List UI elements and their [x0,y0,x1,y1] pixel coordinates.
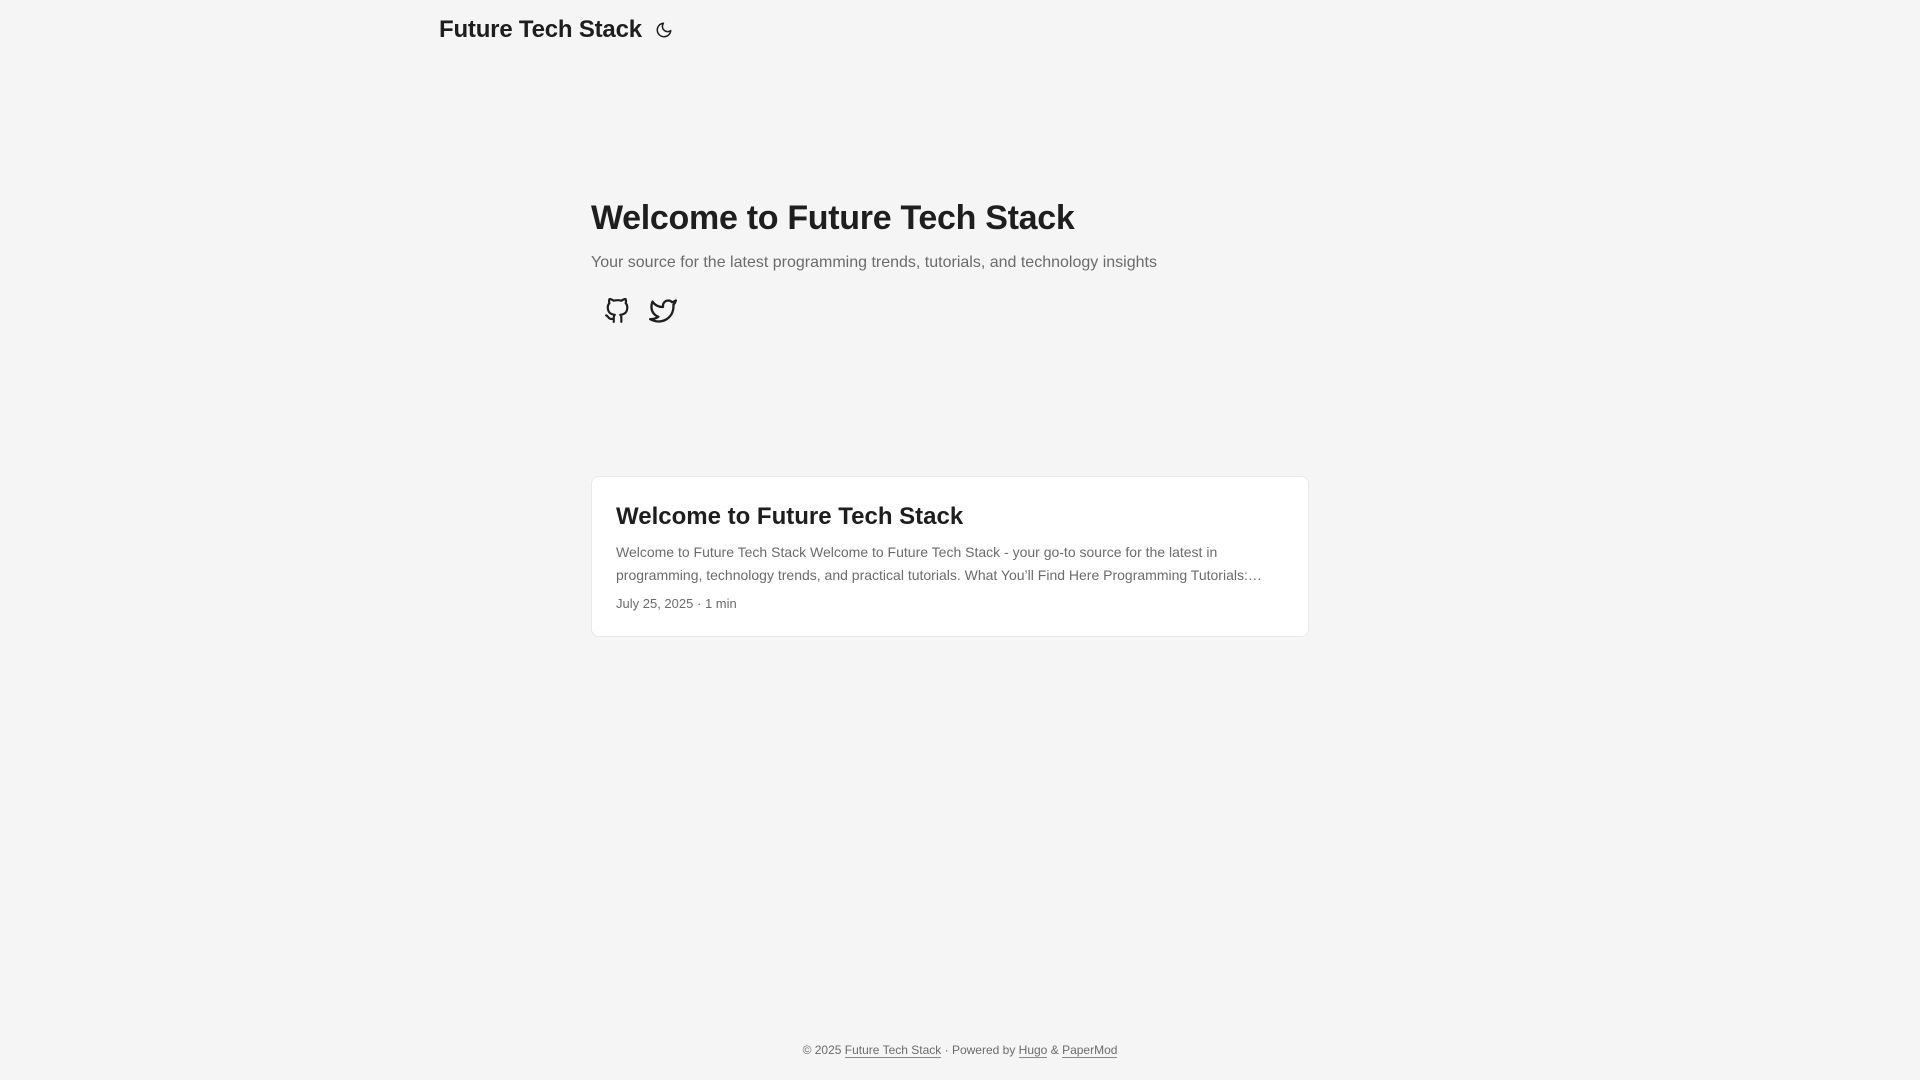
footer-papermod-link[interactable]: PaperMod [1062,1043,1118,1058]
meta-separator: · [696,596,702,611]
footer-powered-by: · Powered by [944,1043,1016,1057]
twitter-icon[interactable] [647,295,679,327]
page: Future Tech Stack Welcome to Future Tech… [0,0,1920,1080]
social-icons [591,295,1311,327]
github-icon[interactable] [601,295,633,327]
footer-ampersand: & [1050,1043,1059,1057]
footer-site-link[interactable]: Future Tech Stack [844,1043,942,1058]
post-summary: Welcome to Future Tech Stack Welcome to … [616,544,1248,583]
home-info: Welcome to Future Tech Stack Your source… [591,195,1311,327]
site-title-link[interactable]: Future Tech Stack [439,16,642,44]
site-header: Future Tech Stack [439,12,674,48]
post-meta: July 25, 2025 · 1 min [616,594,1284,614]
post-title[interactable]: Welcome to Future Tech Stack [616,501,1284,533]
moon-icon[interactable] [654,20,674,40]
post-entry[interactable]: Welcome to Future Tech Stack Welcome to … [591,476,1309,637]
site-footer: © 2025 Future Tech Stack · Powered by Hu… [0,1040,1920,1060]
footer-copyright: © 2025 [802,1043,842,1057]
page-subtitle: Your source for the latest programming t… [591,254,1157,271]
page-title: Welcome to Future Tech Stack [591,199,1075,237]
post-reading-time: 1 min [704,596,737,611]
footer-hugo-link[interactable]: Hugo [1018,1043,1048,1058]
post-date: July 25, 2025 [616,596,694,611]
